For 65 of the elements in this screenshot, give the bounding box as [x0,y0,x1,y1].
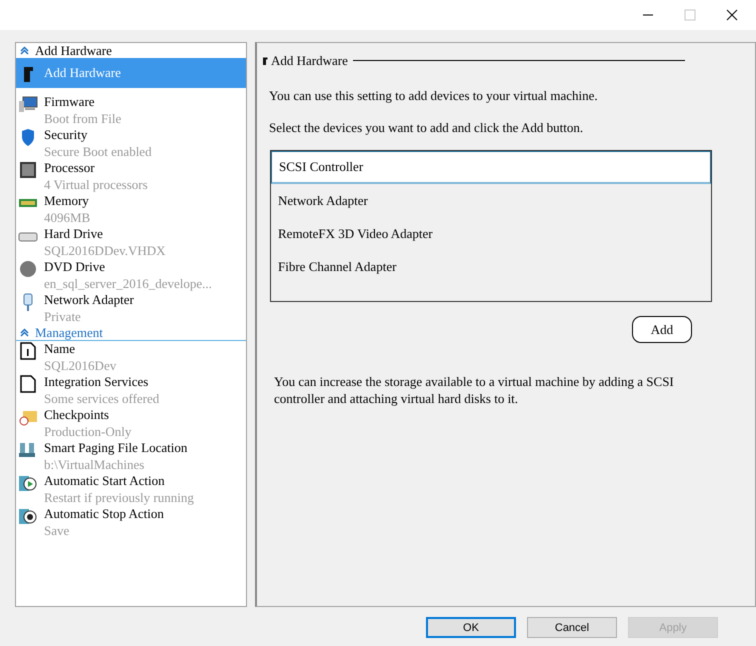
dialog-button[interactable]: OK [426,617,516,638]
instruction-text: Select the devices you want to add and click the Add button. [269,120,584,136]
item-detail: Some services offered [44,390,160,407]
item-detail: 4 Virtual processors [44,176,148,193]
sidebar-item[interactable]: Processor 4 Virtual processors [16,160,246,193]
sidebar-item[interactable]: Checkpoints Production-Only [16,407,246,440]
info-icon [18,342,38,360]
item-detail: Secure Boot enabled [44,144,152,160]
sidebar-item[interactable]: Integration Services Some services offered [16,374,246,407]
sidebar-item[interactable]: Memory 4096MB [16,193,246,226]
device-item[interactable]: RemoteFX 3D Video Adapter [271,217,711,250]
collapse-icon[interactable] [20,46,29,55]
item-name: Processor [44,160,96,176]
close-icon[interactable] [726,9,738,21]
sidebar-item[interactable]: Security Secure Boot enabled [16,127,246,160]
item-name: Integration Services [44,374,150,390]
sidebar-item[interactable]: DVD Drive en_sql_server_2016_develope... [16,259,246,292]
device-item[interactable]: Fibre Channel Adapter [271,250,711,283]
disc-icon [18,260,38,278]
section-title: Management [35,324,103,340]
dialog-button[interactable]: Cancel [527,617,617,638]
section-title: Add Hardware [35,42,112,58]
device-item[interactable]: SCSI Controller [271,151,711,184]
item-detail: b:\VirtualMachines [44,456,146,473]
folder-icon [18,408,38,426]
item-detail: Production-Only [44,424,132,440]
item-detail: Save [44,522,70,539]
item-detail: Private [44,308,82,325]
item-name: Memory [44,193,90,210]
record-icon [18,507,38,525]
intro-text: You can use this setting to add devices to your virtual machine. [269,88,599,104]
chip-icon [18,161,38,179]
item-name: Network Adapter [44,292,134,308]
device-item[interactable]: Network Adapter [271,184,711,217]
item-name: Firmware [44,94,96,110]
sidebar-item[interactable]: Firmware Boot from File [16,94,246,127]
sidebar-item[interactable]: Name SQL2016Dev [16,341,246,374]
sidebar-item[interactable]: Automatic Start Action Restart if previously running [16,473,246,506]
item-detail: SQL2016Dev [44,358,116,374]
item-name: Smart Paging File Location [44,440,188,456]
item-name: Security [44,127,88,144]
item-detail: 4096MB [44,210,90,226]
item-detail: SQL2016DDev.VHDX [44,242,166,259]
item-name: Hard Drive [44,226,104,242]
item-detail: Boot from File [44,110,122,127]
item-name: Automatic Stop Action [44,506,164,522]
play-icon [18,474,38,492]
sidebar-item[interactable]: Smart Paging File Location b:\VirtualMachines [16,440,246,473]
note-text: You can increase the storage available to a virtual machine by adding a SCSI controller and attaching virtual hard disks to it. [274,373,675,407]
sidebar-item[interactable]: Hard Drive SQL2016DDev.VHDX [16,226,246,259]
item-name: DVD Drive [44,259,106,276]
document-icon [18,375,38,393]
item-name: Name [44,341,76,358]
sidebar-item[interactable]: Automatic Stop Action Save [16,506,246,539]
item-detail: Restart if previously running [44,490,194,506]
server-icon [18,441,38,459]
group-title: Add Hardware [271,52,348,68]
item-name: Add Hardware [44,64,121,82]
sidebar-item[interactable]: Network Adapter Private [16,292,246,325]
item-name: Automatic Start Action [44,473,166,490]
computer-icon [18,95,38,113]
add-button[interactable]: Add [632,316,692,343]
collapse-icon[interactable] [20,328,29,337]
item-name: Checkpoints [44,407,110,424]
item-detail: en_sql_server_2016_develope... [44,276,212,292]
